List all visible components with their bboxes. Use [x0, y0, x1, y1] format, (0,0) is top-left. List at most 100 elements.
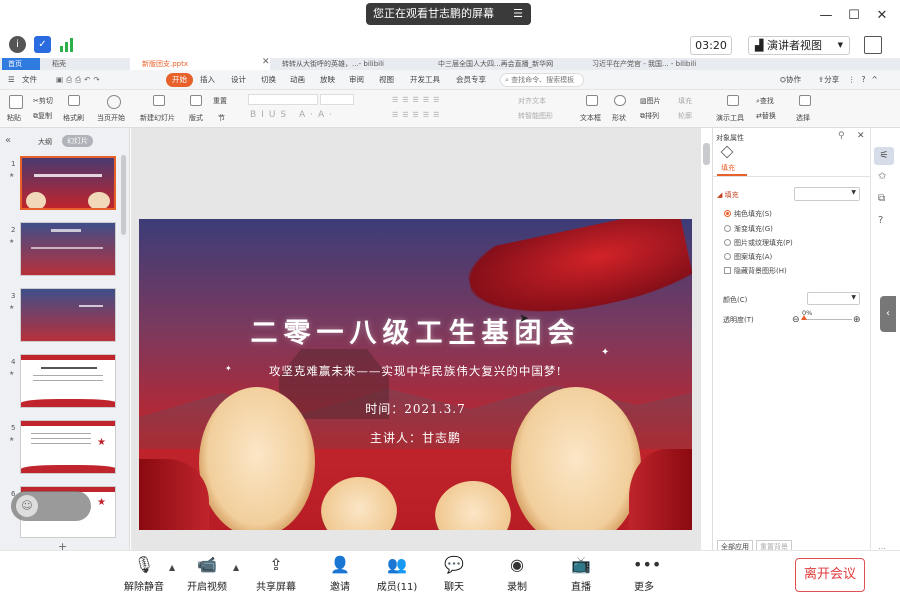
audio-options-caret-icon[interactable]: ▲: [169, 563, 175, 572]
menu-review[interactable]: 审阅: [349, 73, 364, 87]
find-button[interactable]: ⌕查找: [756, 96, 774, 106]
unmute-button[interactable]: 🎙 解除静音: [114, 555, 174, 593]
command-search[interactable]: ⌕ 查找命令、搜索模板: [500, 73, 584, 87]
menu-animation[interactable]: 动画: [290, 73, 305, 87]
radio-gradient-fill[interactable]: [724, 225, 731, 232]
tab-close-icon[interactable]: ✕: [262, 57, 270, 67]
menu-icon[interactable]: ☰: [513, 3, 523, 25]
menu-insert[interactable]: 插入: [200, 73, 215, 87]
video-options-caret-icon[interactable]: ▲: [233, 563, 239, 572]
arrange-button[interactable]: ⧉排列: [640, 111, 659, 121]
chat-button[interactable]: 💬 聊天: [424, 555, 484, 593]
menu-slideshow[interactable]: 放映: [320, 73, 335, 87]
tab-pptx-file[interactable]: 新版团支.pptx: [130, 58, 270, 70]
record-button[interactable]: ◉ 录制: [487, 555, 547, 593]
align-icons[interactable]: ☰☰☰☰☰: [392, 111, 443, 119]
invite-button[interactable]: 👤 邀请: [310, 555, 370, 593]
menu-transition[interactable]: 切换: [261, 73, 276, 87]
tab-slides[interactable]: 幻灯片: [62, 135, 93, 147]
color-picker[interactable]: ▼: [807, 292, 860, 305]
tab-browser-2[interactable]: 中三届全国人大四...再会直播_新华网: [438, 58, 583, 70]
menu-share[interactable]: ⇪分享: [818, 73, 839, 87]
menu-design[interactable]: 设计: [231, 73, 246, 87]
share-screen-button[interactable]: ⇪ 共享屏幕: [246, 555, 306, 593]
slide-thumbnail-4[interactable]: [20, 354, 116, 408]
current-slide[interactable]: 二零一八级工生基团会 攻坚克难赢未来——实现中华民族伟大复兴的中国梦! 时间：2…: [139, 219, 692, 530]
hide-background-checkbox[interactable]: [724, 267, 731, 274]
close-icon[interactable]: ✕: [874, 8, 890, 24]
fill-button[interactable]: 填充: [678, 96, 692, 106]
slide-thumbnail-1[interactable]: [20, 156, 116, 210]
cut-button[interactable]: ✂剪切: [33, 96, 53, 106]
textbox-button[interactable]: 文本框: [580, 113, 601, 123]
transparency-slider[interactable]: [802, 319, 852, 320]
paste-icon[interactable]: [9, 95, 23, 109]
properties-icon[interactable]: ⚟: [874, 147, 894, 165]
tab-browser-3[interactable]: 习近平在产党官 - 我国... - bilibili: [592, 58, 712, 70]
font-size-select[interactable]: [320, 94, 354, 105]
radio-pattern-fill[interactable]: [724, 253, 731, 260]
paste-button[interactable]: 粘贴: [7, 113, 21, 123]
start-video-button[interactable]: 📹 开启视频: [177, 555, 237, 593]
transparency-plus-icon[interactable]: ⊕: [853, 315, 861, 325]
paragraph-icons[interactable]: ☰☰☰☰☰: [392, 96, 443, 104]
info-icon[interactable]: i: [9, 36, 26, 53]
security-shield-icon[interactable]: ✓: [34, 36, 51, 53]
members-button[interactable]: 👥 成员(11): [367, 555, 427, 593]
menu-collaborate[interactable]: ⛭协作: [780, 73, 801, 87]
select-button[interactable]: 选择: [796, 113, 810, 123]
fullscreen-icon[interactable]: [864, 36, 882, 54]
outline-button[interactable]: 轮廓: [678, 111, 692, 121]
pin-icon[interactable]: ⚲: [838, 131, 845, 141]
hamburger-icon[interactable]: ☰: [8, 73, 15, 87]
transparency-minus-icon[interactable]: ⊖: [792, 315, 800, 325]
collapse-panel-icon[interactable]: «: [5, 135, 11, 146]
menu-start[interactable]: 开始: [166, 73, 193, 87]
format-painter-button[interactable]: 格式刷: [63, 113, 84, 123]
shape-button[interactable]: 形状: [612, 113, 626, 123]
screen-share-banner[interactable]: 您正在观看甘志鹏的屏幕 ☰: [366, 3, 531, 25]
tab-outline[interactable]: 大纲: [38, 137, 52, 147]
layout-button[interactable]: 版式: [189, 113, 203, 123]
menu-developer[interactable]: 开发工具: [410, 73, 440, 87]
copy-button[interactable]: ⧉复制: [33, 111, 52, 121]
panel-close-icon[interactable]: ✕: [857, 131, 865, 141]
radio-solid-fill[interactable]: [724, 210, 731, 217]
tab-fill[interactable]: 填充: [721, 163, 735, 173]
fill-type-select[interactable]: ▼: [794, 187, 860, 201]
signal-icon[interactable]: [60, 38, 76, 52]
section-button[interactable]: 节: [218, 113, 225, 123]
image-button[interactable]: ▨图片: [640, 96, 661, 106]
leave-meeting-button[interactable]: 离开会议: [795, 558, 865, 592]
tab-docer[interactable]: 稻壳: [52, 58, 112, 70]
slide-thumbnail-2[interactable]: [20, 222, 116, 276]
from-current-button[interactable]: 当页开始: [97, 113, 125, 123]
menu-view[interactable]: 视图: [379, 73, 394, 87]
fill-section-title[interactable]: ◢ 填充: [717, 190, 739, 200]
live-button[interactable]: 📺 直播: [551, 555, 611, 593]
floating-video-tile[interactable]: ☺: [11, 491, 91, 521]
animation-icon[interactable]: ✩: [878, 171, 886, 182]
canvas-scrollbar[interactable]: [703, 143, 710, 165]
maximize-icon[interactable]: ☐: [846, 8, 862, 24]
align-text-button[interactable]: 对齐文本: [518, 96, 546, 106]
font-name-select[interactable]: [248, 94, 318, 105]
radio-picture-fill[interactable]: [724, 239, 731, 246]
replace-button[interactable]: ⇄替换: [756, 111, 776, 121]
expand-panel-icon[interactable]: ‹: [880, 296, 896, 332]
presenter-view-dropdown[interactable]: ▟ 演讲者视图 ▼: [748, 36, 850, 55]
slide-thumbnail-5[interactable]: ★: [20, 420, 116, 474]
reset-button[interactable]: 重置: [213, 96, 227, 106]
tab-home[interactable]: 首页: [2, 58, 40, 70]
more-menu-icons[interactable]: ⋮?^: [848, 73, 884, 87]
minimize-icon[interactable]: —: [818, 8, 834, 24]
more-button[interactable]: ••• 更多: [614, 555, 674, 593]
backup-icon[interactable]: ⧉: [878, 193, 885, 204]
quick-access-icons[interactable]: ▣⎙⎙↶↷: [56, 73, 103, 87]
new-slide-button[interactable]: 新建幻灯片: [140, 113, 175, 123]
slide-thumbnail-3[interactable]: [20, 288, 116, 342]
font-format-icons[interactable]: BIUS A·A·: [250, 110, 337, 120]
thumbnail-scrollbar[interactable]: [121, 155, 126, 235]
help-icon[interactable]: ?: [878, 215, 883, 226]
tab-browser-1[interactable]: 转转从大街呼的英雄，...- bilibili: [282, 58, 427, 70]
